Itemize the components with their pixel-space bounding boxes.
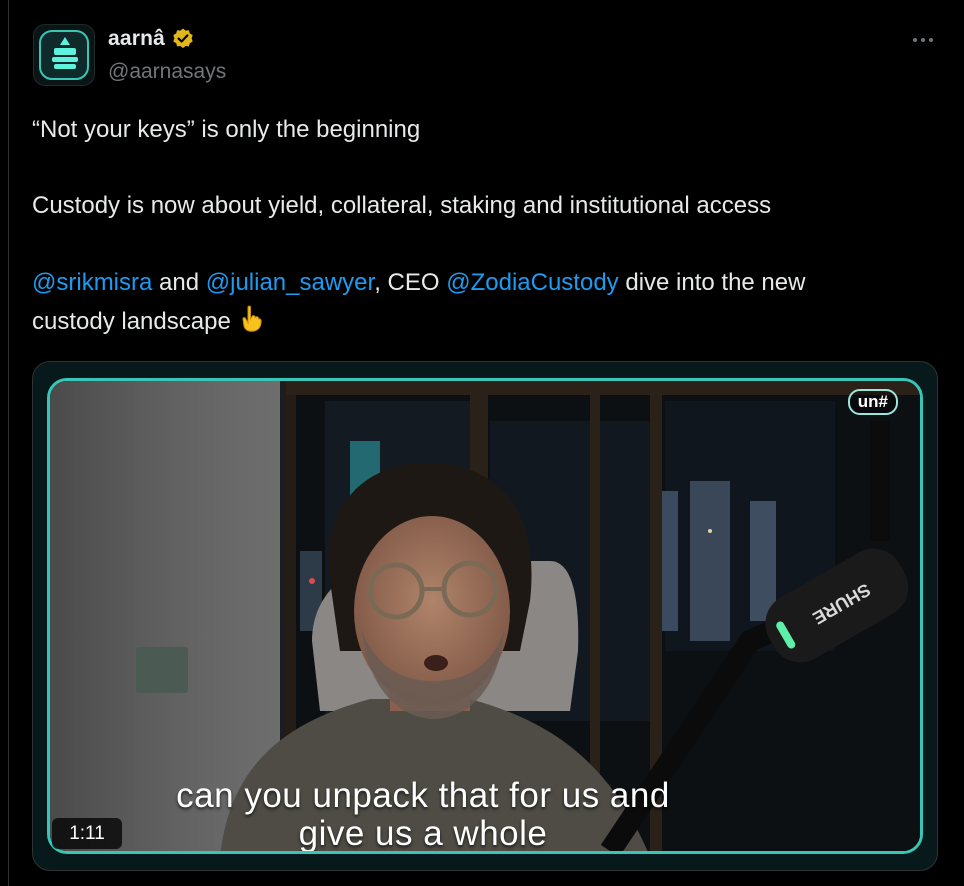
aarna-logo-icon	[39, 30, 89, 80]
mention-julian-sawyer[interactable]: @julian_sawyer	[206, 269, 374, 296]
tweet-line-3: @srikmisra and @julian_sawyer, CEO @Zodi…	[32, 263, 805, 302]
tweet-text-and: and	[152, 269, 206, 296]
tweet-line-2: Custody is now about yield, collateral, …	[32, 192, 772, 219]
display-name[interactable]: aarnâ	[108, 27, 165, 51]
video-duration-badge: 1:11	[52, 818, 122, 849]
mention-zodiacustody[interactable]: @ZodiaCustody	[446, 269, 618, 296]
video-frame[interactable]: SHURE un# can you unpack that for us and…	[47, 378, 923, 854]
tweet-line-1: “Not your keys” is only the beginning	[32, 116, 421, 143]
tweet-line-4: custody landscape	[32, 302, 265, 345]
avatar[interactable]	[33, 24, 95, 86]
video-player[interactable]: SHURE un# can you unpack that for us and…	[32, 361, 938, 871]
author-name-row: aarnâ	[108, 26, 195, 52]
video-caption-line-2: give us a whole	[298, 814, 548, 853]
author-handle[interactable]: @aarnasays	[108, 60, 226, 84]
mention-srikmisra[interactable]: @srikmisra	[32, 269, 152, 296]
timeline-border	[8, 0, 9, 886]
verified-badge-icon[interactable]	[171, 27, 195, 51]
pointing-down-emoji-icon	[239, 305, 265, 345]
tweet-text-landscape: custody landscape	[32, 308, 231, 335]
tweet-text-ceo: , CEO	[374, 269, 447, 296]
channel-brand-badge: un#	[847, 389, 898, 415]
video-caption-line-1: can you unpack that for us and	[176, 776, 670, 815]
tweet-text-tail: dive into the new	[618, 269, 806, 296]
more-dots-icon[interactable]	[908, 30, 938, 50]
